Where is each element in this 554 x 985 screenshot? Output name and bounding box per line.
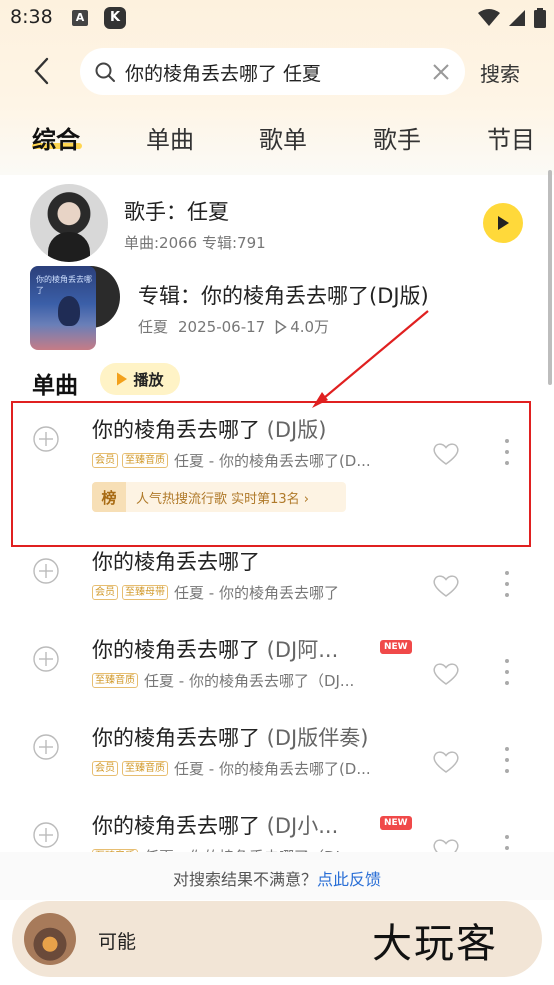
feedback-bar: 对搜索结果不满意？点此反馈 [0,852,554,900]
player-cover[interactable] [24,913,76,965]
annotation-arrow [312,310,429,408]
feedback-text: 对搜索结果不满意？点此反馈 [172,870,382,889]
player-song-title: 可能 [98,931,137,953]
watermark: 大玩客 [372,921,498,967]
feedback-link[interactable]: 点此反馈 [317,870,381,889]
